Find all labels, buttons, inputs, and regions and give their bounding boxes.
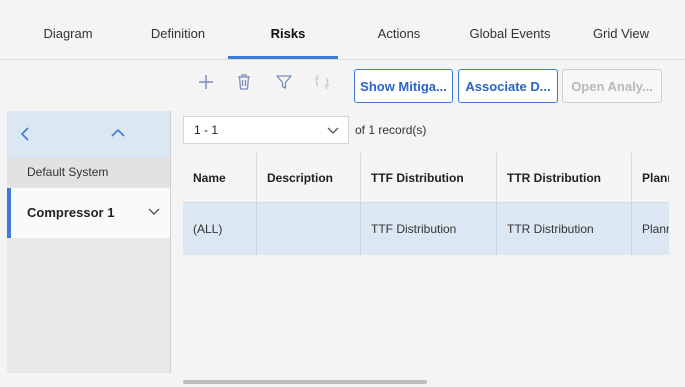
sidebar: Default System Compressor 1 [7,111,171,373]
filter-icon[interactable] [274,72,294,92]
open-analysis-button: Open Analy... [562,69,662,103]
table-cell: (ALL) [183,203,257,255]
tab-grid-view[interactable]: Grid View [566,0,676,59]
refresh-icon [314,74,330,90]
table-cell: TTR Distribution [497,203,632,255]
chevron-up-icon[interactable] [110,127,126,139]
active-tab-indicator [228,56,338,59]
tab-global-events[interactable]: Global Events [455,0,565,59]
chevron-down-icon [327,127,339,134]
column-header-ttf[interactable]: TTF Distribution [361,153,497,203]
sidebar-item-default-system[interactable]: Default System [7,158,170,187]
column-header-name[interactable]: Name [183,153,257,203]
table-cell: TTF Distribution [361,203,497,255]
chevron-left-icon[interactable] [19,126,31,142]
risks-grid: Name Description TTF Distribution TTR Di… [183,153,669,255]
add-icon[interactable] [196,72,216,92]
sidebar-header [7,111,170,158]
column-header-description[interactable]: Description [257,153,361,203]
record-count: of 1 record(s) [355,123,427,137]
table-cell [257,203,361,255]
associate-button[interactable]: Associate D... [458,69,558,103]
page-select-value: 1 - 1 [194,123,219,137]
sidebar-item-compressor[interactable]: Compressor 1 [7,188,170,238]
tab-diagram[interactable]: Diagram [13,0,123,59]
horizontal-scrollbar[interactable] [183,380,427,384]
show-mitigation-button[interactable]: Show Mitiga... [354,69,453,103]
tab-actions[interactable]: Actions [344,0,454,59]
sidebar-item-label: Compressor 1 [27,205,115,220]
chevron-down-icon[interactable] [147,207,161,217]
page-select[interactable]: 1 - 1 [183,116,349,144]
tab-risks[interactable]: Risks [233,0,343,59]
column-header-planned[interactable]: Planned [632,153,669,203]
selected-indicator [7,188,11,238]
column-header-ttr[interactable]: TTR Distribution [497,153,632,203]
tab-definition[interactable]: Definition [123,0,233,59]
table-cell: Planned [632,203,669,255]
tab-bar: Diagram Definition Risks Actions Global … [0,0,685,60]
sidebar-item-label: Default System [27,165,109,179]
delete-icon[interactable] [234,72,254,92]
